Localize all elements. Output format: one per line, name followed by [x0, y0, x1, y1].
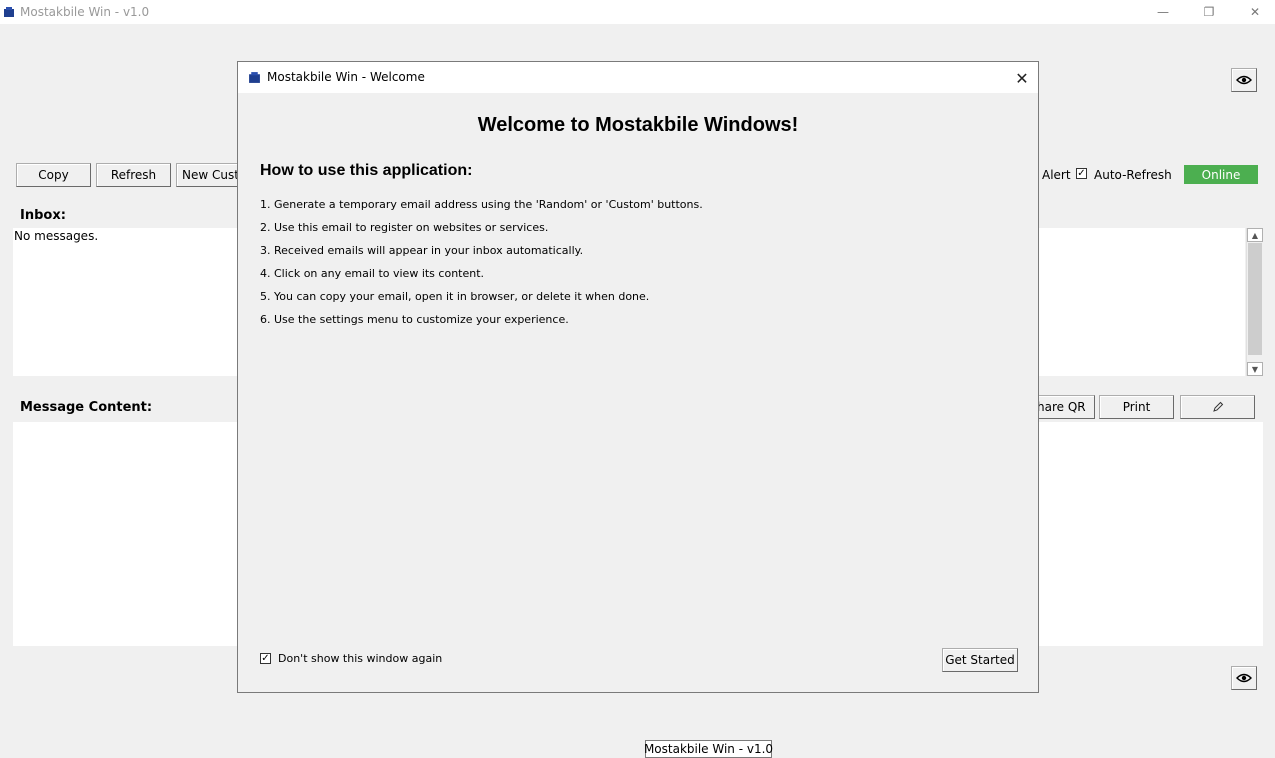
instruction-step: 2. Use this email to register on website…: [260, 221, 549, 234]
toggle-visibility-button-bottom[interactable]: [1231, 666, 1257, 690]
eye-icon: [1236, 673, 1252, 683]
dialog-titlebar: Mostakbile Win - Welcome ✕: [238, 62, 1038, 93]
status-badge: Online: [1184, 165, 1258, 184]
dialog-subheading: How to use this application:: [260, 162, 473, 179]
dialog-title: Mostakbile Win - Welcome: [267, 70, 425, 84]
print-button[interactable]: Print: [1099, 395, 1174, 419]
edit-button[interactable]: [1180, 395, 1255, 419]
instruction-step: 5. You can copy your email, open it in b…: [260, 290, 650, 303]
app-icon: [249, 72, 260, 83]
window-title: Mostakbile Win - v1.0: [20, 5, 150, 19]
inbox-scrollbar-thumb[interactable]: [1248, 243, 1262, 355]
get-started-button[interactable]: Get Started: [942, 648, 1018, 672]
pencil-icon: [1212, 401, 1223, 412]
dialog-heading: Welcome to Mostakbile Windows!: [477, 114, 799, 136]
dont-show-again-checkbox[interactable]: ✓: [260, 653, 271, 664]
alert-label: Alert: [1042, 168, 1071, 182]
inbox-label: Inbox:: [20, 208, 66, 223]
toggle-visibility-button-top[interactable]: [1231, 68, 1257, 92]
instruction-step: 6. Use the settings menu to customize yo…: [260, 313, 569, 326]
main-titlebar: Mostakbile Win - v1.0 — ❐ ✕: [0, 0, 1275, 24]
instruction-step: 4. Click on any email to view its conten…: [260, 267, 485, 280]
scroll-down-arrow-icon[interactable]: ▼: [1247, 362, 1263, 376]
auto-refresh-checkbox[interactable]: ✓: [1076, 168, 1087, 179]
message-content-label: Message Content:: [20, 400, 153, 415]
maximize-button[interactable]: ❐: [1186, 0, 1232, 24]
inbox-empty-text: No messages.: [14, 229, 99, 243]
refresh-button[interactable]: Refresh: [96, 163, 171, 187]
version-tooltip: Mostakbile Win - v1.0: [643, 740, 774, 758]
instruction-step: 3. Received emails will appear in your i…: [260, 244, 584, 257]
scroll-up-arrow-icon[interactable]: ▲: [1247, 228, 1263, 242]
eye-icon: [1236, 75, 1252, 85]
instruction-step: 1. Generate a temporary email address us…: [260, 198, 703, 211]
welcome-dialog: Mostakbile Win - Welcome ✕ Welcome to Mo…: [237, 61, 1039, 693]
copy-button[interactable]: Copy: [16, 163, 91, 187]
dont-show-again-label: Don't show this window again: [278, 652, 443, 665]
dialog-close-icon[interactable]: ✕: [1008, 65, 1036, 91]
close-window-button[interactable]: ✕: [1232, 0, 1275, 24]
app-icon: [4, 7, 14, 17]
minimize-button[interactable]: —: [1140, 0, 1186, 24]
auto-refresh-label: Auto-Refresh: [1094, 168, 1172, 182]
